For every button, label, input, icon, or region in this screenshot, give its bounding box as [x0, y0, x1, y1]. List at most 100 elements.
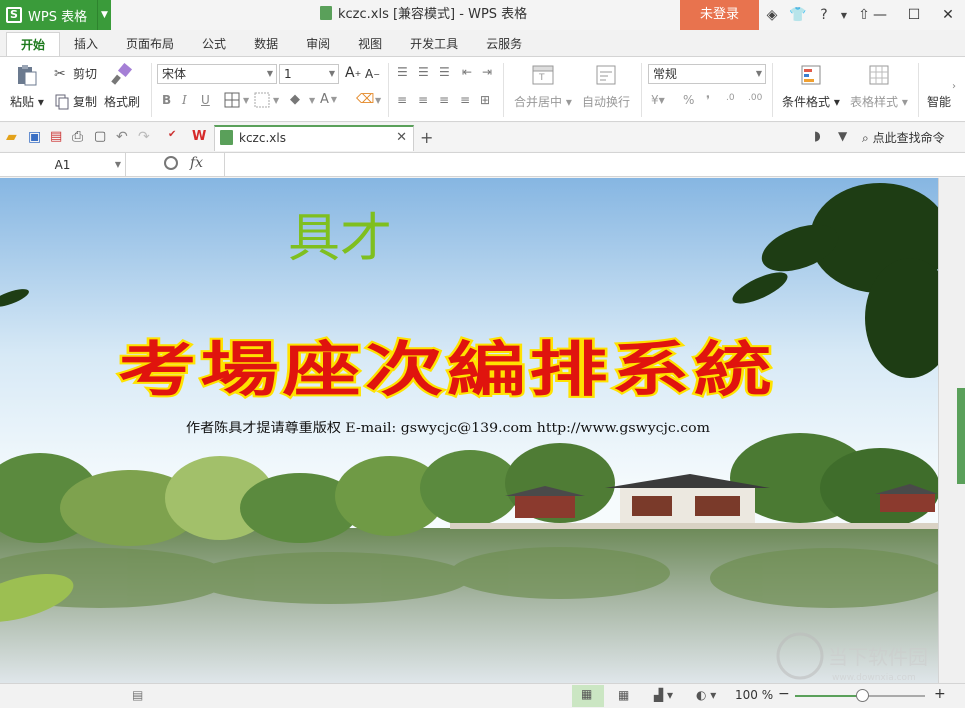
print-icon[interactable]: ⎙ [72, 129, 88, 145]
minimize-icon[interactable]: — [863, 0, 897, 30]
maximize-icon[interactable]: ☐ [897, 0, 931, 30]
copy-button[interactable]: 复制 [54, 93, 97, 110]
zoom-slider-thumb[interactable] [856, 689, 869, 702]
layout-view-icon[interactable]: ▟ ▾ [654, 688, 673, 702]
justify-button[interactable]: ≡ [460, 93, 470, 107]
tab-formula[interactable]: 公式 [188, 32, 240, 56]
undo-icon[interactable]: ↶ [116, 129, 132, 145]
align-bottom-button[interactable]: ☰ [439, 65, 450, 79]
redo-icon[interactable]: ↷ [138, 129, 154, 145]
borders-button[interactable]: ▼ [224, 92, 249, 108]
clear-format-button[interactable]: ⌫ ▼ [356, 92, 381, 108]
underline-button[interactable]: U [201, 93, 210, 107]
font-color-button[interactable]: A ▼ [320, 92, 337, 107]
tab-home[interactable]: 开始 [6, 32, 61, 56]
format-painter-button[interactable]: 格式刷 [104, 63, 140, 110]
table-style-button[interactable]: 表格样式 ▾ [850, 63, 908, 110]
side-panel-handle[interactable] [957, 388, 965, 484]
author-name: 具才 [288, 209, 392, 269]
xls-file-icon [320, 6, 332, 20]
tab-insert[interactable]: 插入 [60, 32, 112, 56]
percent-button[interactable]: % [683, 93, 694, 107]
eye-protect-icon[interactable]: ◐ ▾ [696, 688, 716, 702]
increase-indent-button[interactable]: ⇥ [482, 65, 492, 79]
align-center-button[interactable]: ≡ [418, 93, 428, 107]
document-tab[interactable]: kczc.xls ✕ [214, 125, 414, 151]
close-icon[interactable]: ✕ [931, 0, 965, 30]
cell-reference: A1 [54, 158, 71, 172]
zoom-level[interactable]: 100 % [735, 688, 773, 702]
cell-shading-button[interactable]: ▼ [254, 92, 279, 108]
name-box[interactable]: A1 ▼ [0, 153, 126, 177]
align-middle-button[interactable]: ☰ [418, 65, 429, 79]
italic-button[interactable]: I [182, 93, 187, 107]
sheet-list-icon[interactable]: ▤ [132, 688, 143, 702]
font-color-icon: A [320, 92, 329, 107]
font-name-value: 宋体 [162, 67, 187, 81]
merge-center-button[interactable]: T 合并居中 ▾ [514, 63, 572, 110]
align-left-button[interactable]: ≡ [397, 93, 407, 107]
shirt-icon[interactable]: 👕 [788, 7, 808, 23]
chevron-down-icon: ▼ [114, 160, 121, 169]
distributed-button[interactable]: ⊞ [480, 93, 490, 107]
help-icon[interactable]: ? [814, 7, 834, 23]
close-tab-icon[interactable]: ✕ [396, 130, 407, 145]
tab-view[interactable]: 视图 [344, 32, 396, 56]
font-name-select[interactable]: 宋体 ▼ [157, 64, 277, 84]
formula-input[interactable] [224, 153, 965, 177]
wrap-text-button[interactable]: 自动换行 [582, 63, 630, 110]
customize-icon[interactable]: ✔ [168, 129, 184, 145]
conditional-format-icon [801, 65, 821, 85]
tab-review[interactable]: 审阅 [292, 32, 344, 56]
bold-button[interactable]: B [162, 93, 171, 107]
fx-icon[interactable]: fx [190, 155, 203, 171]
zoom-out-button[interactable]: − [778, 686, 790, 702]
align-right-button[interactable]: ≡ [439, 93, 449, 107]
zoom-in-button[interactable]: + [934, 686, 946, 702]
fill-color-button[interactable]: ◆ ▼ [290, 92, 315, 108]
sheet-area[interactable]: 具才 考場座次編排系統 作者陈具才提请尊重版权 E-mail: gswycjc@… [0, 178, 938, 683]
tab-developer[interactable]: 开发工具 [396, 32, 472, 56]
find-command-button[interactable]: ⌕ 点此查找命令 [862, 129, 945, 146]
skin-icon[interactable]: ◈ [762, 7, 782, 23]
ribbon-scroll-right[interactable]: › [952, 81, 956, 92]
chevron-down-icon[interactable]: ▼ [840, 11, 848, 20]
new-tab-icon[interactable]: + [420, 128, 433, 147]
chevron-down-icon[interactable]: ▼ [97, 0, 111, 30]
xls-file-icon [220, 130, 233, 145]
border-icon [224, 92, 240, 108]
comma-button[interactable]: ❜ [706, 93, 710, 107]
number-format-select[interactable]: 常规 ▼ [648, 64, 766, 84]
login-button[interactable]: 未登录 [680, 0, 759, 30]
svg-text:T: T [538, 73, 545, 83]
smart-toolbox-button[interactable]: 智能 [927, 93, 951, 110]
decrease-decimal-button[interactable]: .00 [748, 93, 762, 103]
shrink-font-button[interactable]: A − [365, 67, 380, 81]
vertical-scrollbar[interactable] [938, 178, 965, 683]
increase-decimal-button[interactable]: .0 [726, 93, 735, 103]
app-menu-button[interactable]: S WPS 表格 ▼ [0, 0, 111, 30]
tab-data[interactable]: 数据 [240, 32, 292, 56]
wps-w-icon[interactable]: W [192, 129, 208, 145]
print-preview-icon[interactable]: ▢ [94, 129, 110, 145]
page-break-view-icon[interactable]: ▦ [618, 688, 629, 702]
align-top-button[interactable]: ☰ [397, 65, 408, 79]
cut-button[interactable]: ✂ 剪切 [54, 65, 97, 82]
tab-page-layout[interactable]: 页面布局 [112, 32, 188, 56]
layout-icon[interactable]: ◗ [814, 129, 830, 145]
paste-button[interactable]: 粘贴 ▾ [10, 63, 44, 110]
open-folder-icon[interactable]: ▰ [6, 129, 22, 145]
chat-icon[interactable]: ▼ [838, 129, 854, 145]
tab-cloud[interactable]: 云服务 [472, 32, 536, 56]
copy-label: 复制 [73, 95, 98, 109]
save-icon[interactable]: ▣ [28, 129, 44, 145]
grow-font-button[interactable]: A + [345, 65, 361, 81]
font-size-select[interactable]: 1 ▼ [279, 64, 339, 84]
zoom-formula-icon[interactable] [164, 156, 178, 170]
export-pdf-icon[interactable]: ▤ [50, 129, 66, 145]
decrease-indent-button[interactable]: ⇤ [462, 65, 472, 79]
normal-view-button[interactable]: ▦ [572, 685, 604, 707]
conditional-format-button[interactable]: 条件格式 ▾ [782, 63, 840, 110]
document-title: kczc.xls [兼容模式] - WPS 表格 [338, 7, 528, 22]
currency-button[interactable]: ¥ ▼ [651, 93, 665, 107]
